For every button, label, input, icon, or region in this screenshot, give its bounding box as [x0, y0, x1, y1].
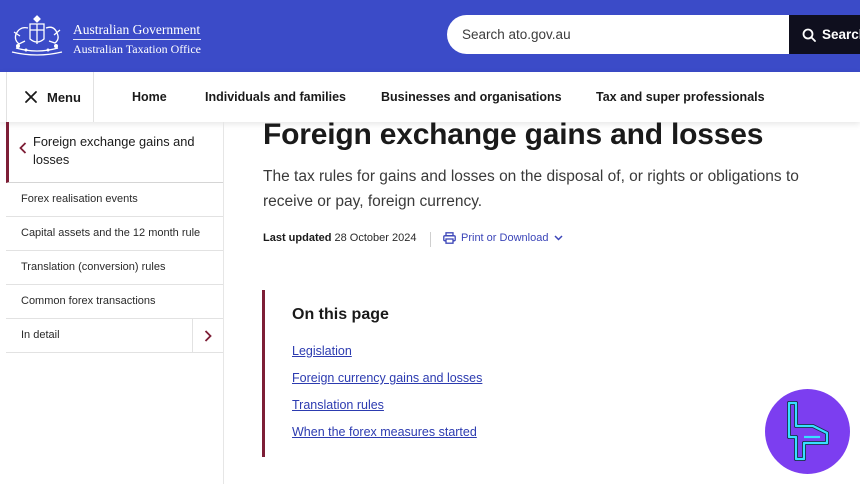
chevron-left-icon	[19, 142, 27, 154]
toc-link-forex-measures[interactable]: When the forex measures started	[292, 425, 477, 439]
sidebar-item-label: Common forex transactions	[21, 295, 156, 307]
search-input[interactable]	[462, 27, 792, 42]
brand-agency: Australian Taxation Office	[73, 42, 202, 56]
site-logo-icon	[765, 389, 850, 474]
chevron-down-icon	[554, 235, 563, 241]
sidebar-item-label: Translation (conversion) rules	[21, 261, 166, 273]
sidebar-current-label: Foreign exchange gains and losses	[33, 134, 195, 167]
brand-government: Australian Government	[73, 22, 202, 40]
search-button[interactable]: Search	[789, 15, 860, 54]
toc-link-translation[interactable]: Translation rules	[292, 398, 384, 412]
sidebar-item-label: Capital assets and the 12 month rule	[21, 227, 201, 239]
chevron-right-icon	[204, 329, 212, 342]
coat-of-arms-icon[interactable]	[6, 12, 68, 58]
on-this-page: On this page Legislation Foreign currenc…	[262, 290, 642, 457]
nav-home[interactable]: Home	[132, 90, 167, 104]
search-box	[447, 15, 792, 54]
nav-professionals[interactable]: Tax and super professionals	[596, 90, 765, 104]
sidebar-current-page[interactable]: Foreign exchange gains and losses	[6, 122, 223, 183]
sidebar-item-label: Forex realisation events	[21, 193, 138, 205]
expand-button[interactable]	[192, 319, 223, 352]
menu-label: Menu	[47, 89, 81, 105]
sidebar-item-label: In detail	[21, 329, 60, 341]
sidebar-item-translation[interactable]: Translation (conversion) rules	[6, 251, 223, 285]
toc-heading: On this page	[292, 306, 389, 323]
print-download-button[interactable]: Print or Download	[443, 232, 563, 244]
toc-link-gains-losses[interactable]: Foreign currency gains and losses	[292, 371, 482, 385]
nav-businesses[interactable]: Businesses and organisations	[381, 90, 562, 104]
brand-logo-text[interactable]: Australian Government Australian Taxatio…	[73, 22, 202, 57]
site-header: Australian Government Australian Taxatio…	[0, 0, 860, 72]
search-icon	[802, 28, 816, 42]
close-icon	[25, 91, 37, 103]
last-updated: Last updated 28 October 2024	[263, 232, 416, 244]
last-updated-label: Last updated	[263, 232, 332, 244]
sidebar-item-capital-assets[interactable]: Capital assets and the 12 month rule	[6, 217, 223, 251]
printer-icon	[443, 232, 456, 244]
menu-button[interactable]: Menu	[6, 72, 94, 122]
nav-individuals[interactable]: Individuals and families	[205, 90, 346, 104]
page-title: Foreign exchange gains and losses	[263, 118, 764, 151]
search-button-label: Search	[822, 27, 860, 42]
toc-link-legislation[interactable]: Legislation	[292, 344, 352, 358]
sidebar-item-common-forex[interactable]: Common forex transactions	[6, 285, 223, 319]
section-sidebar: Foreign exchange gains and losses Forex …	[6, 122, 224, 484]
page-intro: The tax rules for gains and losses on th…	[263, 168, 799, 210]
sidebar-item-in-detail[interactable]: In detail	[6, 319, 223, 353]
main-nav: Menu Home Individuals and families Busin…	[0, 72, 860, 122]
print-download-label: Print or Download	[461, 232, 549, 244]
meta-divider	[430, 232, 431, 247]
last-updated-date: 28 October 2024	[334, 232, 417, 244]
sidebar-item-forex-realisation[interactable]: Forex realisation events	[6, 183, 223, 217]
logo-mark	[787, 401, 829, 461]
